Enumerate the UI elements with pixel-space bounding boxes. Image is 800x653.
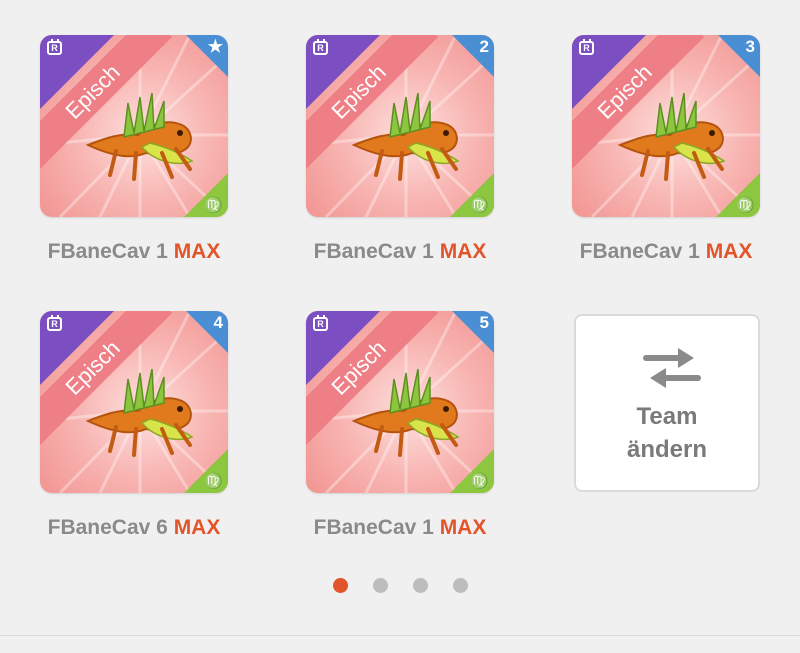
r-rarity-icon: R — [579, 39, 594, 55]
level-max-label: MAX — [439, 240, 487, 263]
r-rarity-icon: R — [47, 315, 62, 331]
monster-card[interactable]: R Episch 3 ♍ — [572, 35, 760, 217]
slot-number-badge: 5 — [479, 313, 489, 332]
monster-card[interactable]: R Episch 5 ♍ — [306, 311, 494, 493]
bottom-divider — [0, 635, 800, 636]
monster-name: FBaneCav 1 MAX — [14, 240, 254, 264]
monster-name-text: FBaneCav 6 — [47, 516, 168, 539]
level-max-label: MAX — [173, 240, 221, 263]
team-grid: R Episch ★ ♍ FBaneCav 1 MAX R Episch 2 ♍… — [0, 0, 800, 560]
change-team-label-line2: ändern — [626, 436, 707, 463]
leader-star-icon: ★ — [207, 37, 223, 56]
virgo-icon: ♍ — [470, 473, 489, 490]
monster-card[interactable]: R Episch 2 ♍ — [306, 35, 494, 217]
monster-name: FBaneCav 1 MAX — [280, 240, 520, 264]
slot-number-badge: 3 — [745, 37, 755, 56]
level-max-label: MAX — [439, 516, 487, 539]
level-max-label: MAX — [705, 240, 753, 263]
virgo-icon: ♍ — [736, 197, 755, 214]
virgo-icon: ♍ — [470, 197, 489, 214]
level-max-label: MAX — [173, 516, 221, 539]
virgo-icon: ♍ — [204, 197, 223, 214]
r-rarity-icon: R — [313, 39, 328, 55]
change-team-label: Team ändern — [576, 400, 758, 466]
change-team-button[interactable]: Team ändern — [574, 314, 760, 492]
page-dot-1[interactable] — [333, 578, 348, 593]
monster-name: FBaneCav 1 MAX — [546, 240, 786, 264]
page-dot-3[interactable] — [413, 578, 428, 593]
page-dot-2[interactable] — [373, 578, 388, 593]
monster-name: FBaneCav 1 MAX — [280, 516, 520, 540]
page-dot-4[interactable] — [453, 578, 468, 593]
change-team-label-line1: Team — [636, 403, 698, 430]
r-rarity-icon: R — [313, 315, 328, 331]
monster-card[interactable]: R Episch 4 ♍ — [40, 311, 228, 493]
virgo-icon: ♍ — [204, 473, 223, 490]
slot-number-badge: 4 — [213, 313, 223, 332]
swap-arrows-icon — [643, 348, 701, 388]
slot-number-badge: 2 — [479, 37, 489, 56]
page-indicator — [0, 578, 800, 594]
monster-name: FBaneCav 6 MAX — [14, 516, 254, 540]
r-rarity-icon: R — [47, 39, 62, 55]
monster-card[interactable]: R Episch ★ ♍ — [40, 35, 228, 217]
monster-name-text: FBaneCav 1 — [313, 240, 434, 263]
monster-name-text: FBaneCav 1 — [313, 516, 434, 539]
monster-name-text: FBaneCav 1 — [579, 240, 700, 263]
monster-name-text: FBaneCav 1 — [47, 240, 168, 263]
